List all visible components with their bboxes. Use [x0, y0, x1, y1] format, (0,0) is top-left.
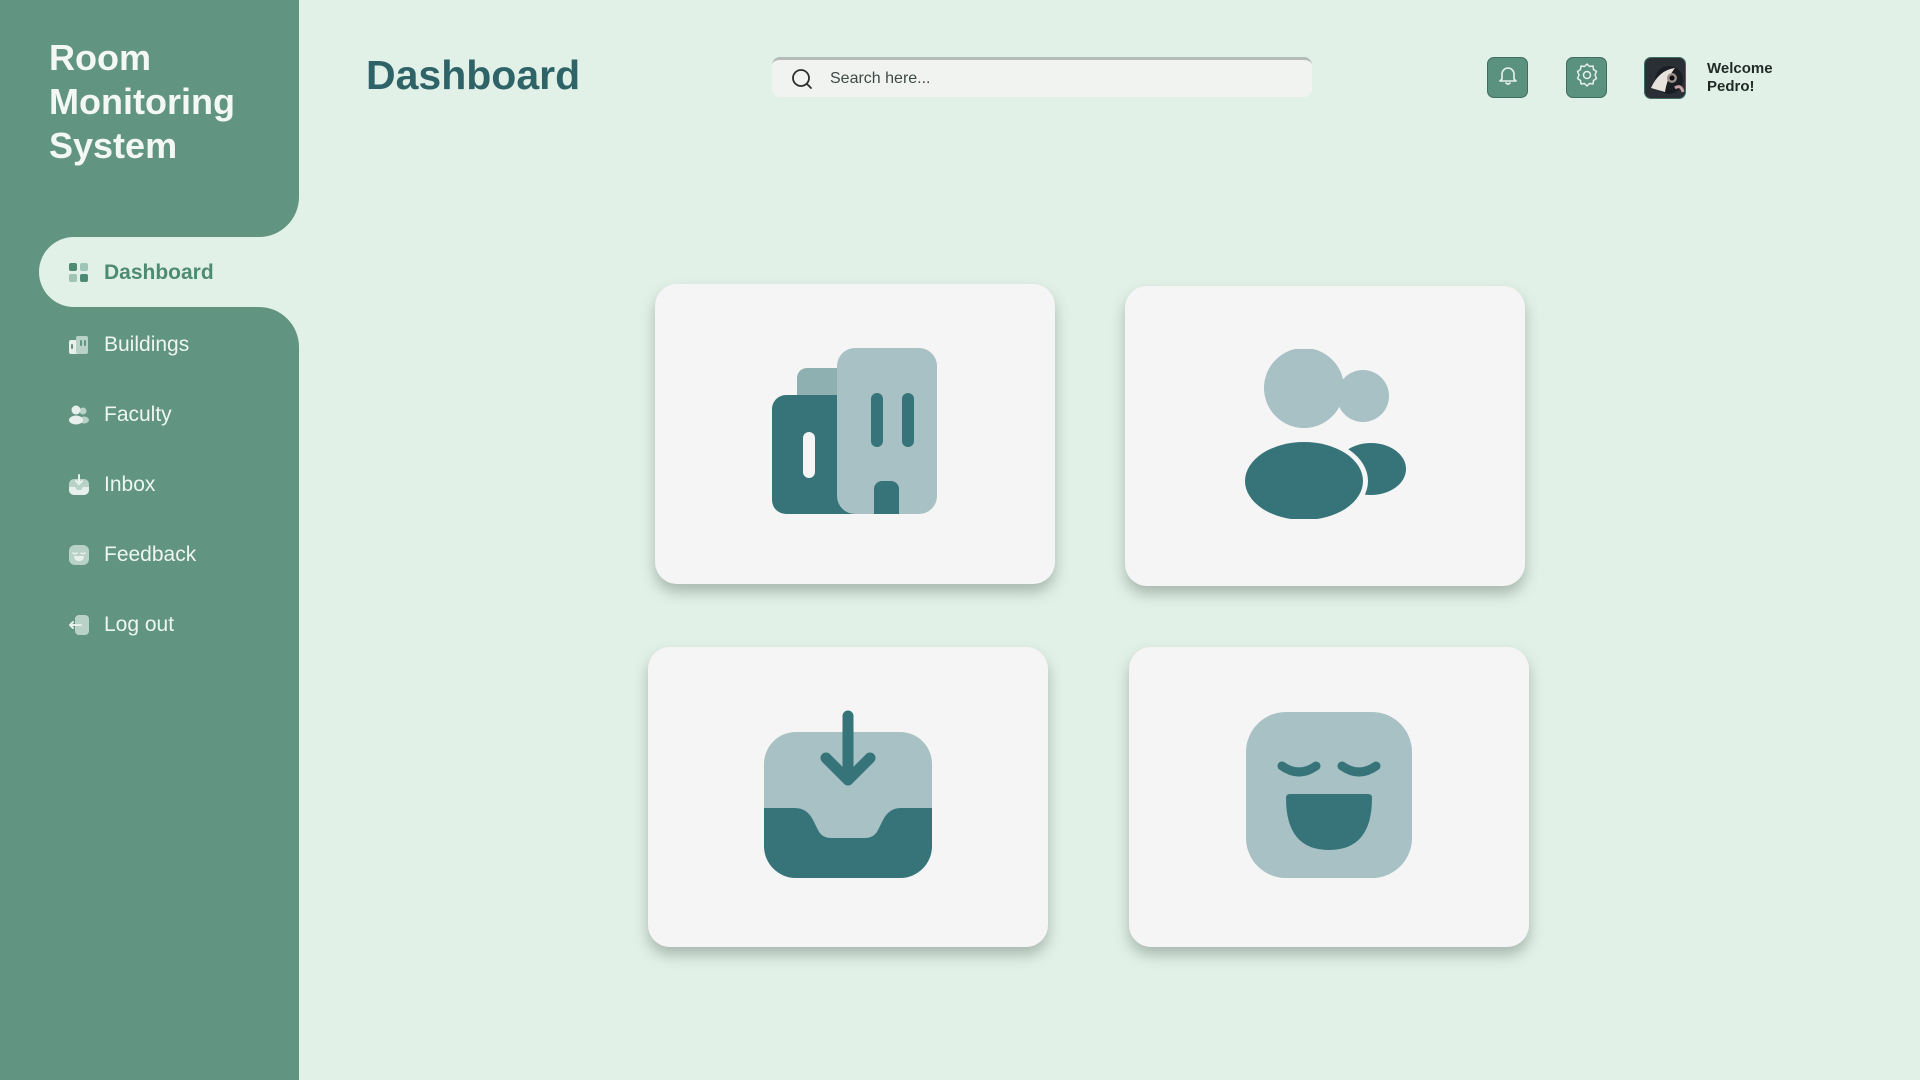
welcome-line1: Welcome — [1707, 60, 1773, 77]
sidebar-item-inbox[interactable]: Inbox — [68, 465, 155, 505]
search-icon[interactable] — [790, 67, 814, 91]
users-icon — [68, 404, 90, 426]
welcome-user-name: Pedro! — [1707, 78, 1755, 95]
sidebar-item-buildings[interactable]: Buildings — [68, 325, 189, 365]
notifications-button[interactable] — [1487, 57, 1528, 98]
sidebar-item-label: Buildings — [104, 333, 190, 356]
sidebar-item-dashboard[interactable]: Dashboard — [68, 253, 214, 293]
search-bar — [772, 57, 1312, 97]
sidebar-item-feedback[interactable]: Feedback — [68, 535, 196, 575]
building-icon — [68, 334, 90, 356]
building-icon — [770, 347, 940, 522]
sidebar-item-label: Feedback — [104, 543, 197, 566]
welcome-text: Welcome Pedro! — [1707, 60, 1773, 96]
smiley-icon — [68, 544, 90, 566]
inbox-download-icon — [68, 474, 90, 496]
smiley-icon — [1244, 710, 1414, 885]
sidebar-item-label: Faculty — [104, 403, 172, 426]
card-inbox[interactable] — [648, 647, 1048, 947]
sidebar-item-label: Log out — [104, 613, 175, 636]
app-title: Room Monitoring System — [49, 37, 235, 166]
inbox-download-icon — [763, 710, 933, 885]
card-feedback[interactable] — [1129, 647, 1529, 947]
bell-icon — [1496, 63, 1520, 92]
settings-button[interactable] — [1566, 57, 1607, 98]
sidebar-item-label: Inbox — [104, 473, 156, 496]
dashboard-grid-icon — [68, 262, 90, 284]
sidebar-item-label: Dashboard — [104, 261, 214, 284]
search-input[interactable] — [828, 68, 1272, 89]
card-buildings[interactable] — [655, 284, 1055, 584]
nav-active-notch-top — [259, 197, 299, 237]
sidebar-item-logout[interactable]: Log out — [68, 605, 174, 645]
nav-active-notch-bottom — [259, 307, 299, 347]
users-icon — [1240, 347, 1411, 525]
page-title: Dashboard — [366, 52, 581, 98]
card-faculty[interactable] — [1125, 286, 1525, 586]
gear-icon — [1574, 62, 1600, 93]
sidebar-item-faculty[interactable]: Faculty — [68, 395, 172, 435]
avatar[interactable] — [1644, 57, 1686, 99]
logout-icon — [68, 614, 90, 636]
